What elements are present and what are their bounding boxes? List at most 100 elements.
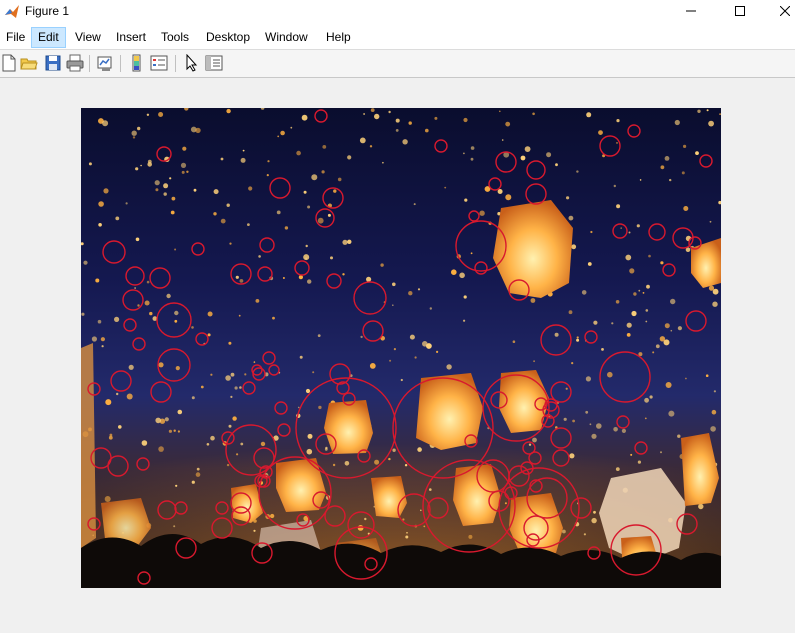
lantern-glow: [660, 261, 664, 265]
lantern-glow: [83, 260, 88, 265]
lantern-glow: [409, 334, 415, 340]
menubar: File Edit View Insert Tools Desktop Wind…: [0, 26, 795, 50]
lantern-glow: [173, 525, 176, 528]
lantern-glow: [660, 165, 665, 170]
menu-view[interactable]: View: [69, 27, 107, 48]
lantern-glow: [505, 121, 511, 127]
lantern-glow: [593, 320, 598, 325]
lantern-glow: [646, 284, 650, 289]
lantern-glow: [451, 269, 457, 275]
print-icon[interactable]: [66, 54, 84, 72]
lantern-glow: [463, 117, 468, 123]
lantern-glow: [664, 323, 670, 329]
lantern-glow: [625, 254, 632, 261]
lantern-glow: [591, 517, 597, 524]
legend-icon[interactable]: [150, 54, 168, 72]
lantern-glow: [528, 443, 532, 446]
menu-help[interactable]: Help: [320, 27, 357, 48]
lantern-glow: [565, 387, 568, 390]
lantern-glow: [555, 163, 558, 167]
menu-file[interactable]: File: [0, 27, 31, 48]
lantern-glow: [470, 146, 475, 150]
lantern-glow: [181, 170, 185, 174]
lantern-glow: [468, 534, 473, 539]
lantern-glow: [429, 307, 432, 310]
menu-tools[interactable]: Tools: [155, 27, 195, 48]
lantern-glow: [109, 433, 113, 437]
lantern-glow: [389, 359, 392, 362]
save-icon[interactable]: [44, 54, 62, 72]
lantern-glow: [98, 223, 102, 227]
lantern-glow: [330, 256, 333, 260]
close-icon: [780, 6, 790, 16]
lantern-glow: [235, 275, 239, 279]
lantern-glow: [369, 145, 373, 148]
lantern-glow: [637, 460, 642, 464]
lantern-glow: [681, 171, 685, 175]
lantern-glow: [137, 126, 141, 131]
lantern-glow: [272, 316, 275, 320]
lantern-glow: [297, 406, 300, 409]
lantern-glow: [173, 429, 176, 432]
lantern-glow: [576, 336, 579, 339]
lantern-glow: [388, 110, 391, 114]
lantern-photo-with-detected-circles[interactable]: [81, 108, 721, 588]
lantern-glow: [648, 254, 651, 258]
lantern-glow: [317, 217, 324, 224]
lantern-glow: [307, 205, 311, 209]
lantern-glow: [171, 196, 176, 201]
lantern-glow: [616, 142, 618, 144]
lantern-glow: [267, 160, 270, 163]
lantern-glow: [98, 201, 104, 207]
lantern-glow: [324, 448, 328, 451]
lantern-glow: [177, 430, 180, 433]
lantern-glow: [546, 152, 552, 158]
lantern-glow: [417, 288, 421, 291]
lantern-glow: [576, 170, 579, 173]
lantern-glow: [97, 319, 102, 324]
open-file-icon[interactable]: [20, 54, 38, 72]
minimize-button[interactable]: [668, 0, 714, 22]
menu-window[interactable]: Window: [259, 27, 314, 48]
lantern-glow: [607, 371, 613, 378]
lantern-glow: [630, 453, 633, 456]
edit-plot-icon[interactable]: [183, 54, 201, 72]
maximize-button[interactable]: [717, 0, 763, 22]
lantern-glow: [530, 298, 536, 303]
new-figure-icon[interactable]: [0, 54, 18, 72]
lantern-glow: [240, 157, 246, 163]
lantern-glow: [207, 333, 211, 337]
property-inspector-icon[interactable]: [205, 54, 223, 72]
link-plot-icon[interactable]: [96, 54, 114, 72]
lantern-glow: [342, 239, 348, 245]
menu-desktop[interactable]: Desktop: [200, 27, 256, 48]
lantern-glow: [683, 206, 689, 211]
close-button[interactable]: [762, 0, 795, 22]
lantern-glow: [266, 174, 269, 177]
lantern-glow: [128, 364, 134, 370]
lantern-glow: [639, 179, 642, 181]
lantern-glow: [505, 194, 512, 201]
colorbar-icon[interactable]: [128, 54, 146, 72]
lantern-glow: [154, 180, 160, 186]
menu-edit[interactable]: Edit: [31, 27, 66, 48]
lantern-glow: [311, 174, 318, 181]
lantern-glow: [392, 448, 396, 452]
lantern-glow: [562, 529, 566, 534]
lantern-glow: [213, 212, 217, 216]
lantern-glow: [191, 480, 195, 484]
lantern-glow: [470, 157, 474, 161]
menu-insert[interactable]: Insert: [110, 27, 152, 48]
lantern-glow: [220, 157, 224, 161]
lantern-glow: [135, 237, 140, 242]
lantern-glow: [303, 190, 307, 194]
lantern-glow: [307, 433, 313, 439]
lantern-glow: [260, 441, 266, 447]
lantern-glow: [532, 112, 535, 116]
lantern-glow: [146, 280, 150, 284]
lantern-glow: [566, 196, 570, 200]
lantern-glow: [91, 336, 97, 342]
lantern-glow: [598, 130, 603, 135]
figure-toolbar: [0, 50, 795, 78]
lantern-glow: [615, 300, 620, 304]
